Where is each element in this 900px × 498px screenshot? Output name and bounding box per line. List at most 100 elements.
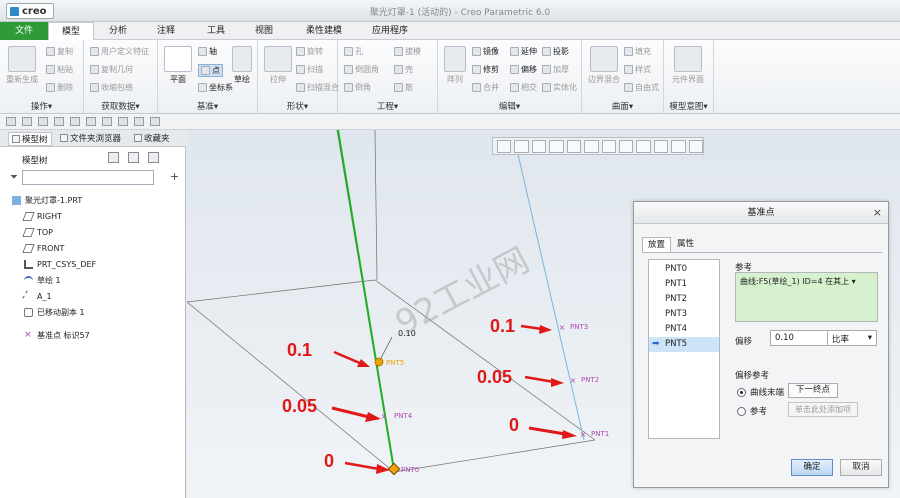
shell-button[interactable]: 壳: [394, 64, 413, 75]
pattern-icon[interactable]: [444, 46, 466, 72]
group-label-datum[interactable]: 基准▾: [158, 100, 257, 112]
list-item[interactable]: PNT1: [649, 277, 719, 292]
zoom-out-icon[interactable]: [531, 139, 547, 153]
close-icon[interactable]: ×: [873, 206, 882, 219]
tab-folder-browser[interactable]: 文件夹浏览器: [60, 132, 121, 144]
datum-display-icon[interactable]: [653, 139, 669, 153]
offset-type-select[interactable]: 比率 ▾: [827, 330, 877, 346]
point-pnt0-marker[interactable]: [387, 462, 401, 476]
tools-small-icon[interactable]: [134, 117, 144, 126]
list-item[interactable]: PNT0: [649, 262, 719, 277]
delete-button[interactable]: 删除: [46, 82, 73, 93]
style-button[interactable]: 样式: [624, 64, 651, 75]
tree-item-part[interactable]: 聚光灯罩-1.PRT: [0, 193, 186, 208]
creo-logo[interactable]: creo: [6, 3, 54, 19]
perspective-icon[interactable]: [636, 139, 651, 153]
fill-button[interactable]: 填充: [624, 46, 651, 57]
tab-view[interactable]: 视图: [244, 22, 284, 40]
tab-analysis[interactable]: 分析: [98, 22, 138, 40]
thicken-button[interactable]: 加厚: [542, 64, 569, 75]
saved-views-icon[interactable]: [584, 139, 599, 153]
point-pnt5-marker[interactable]: [374, 357, 384, 367]
swept-blend-button[interactable]: 扫描混合: [296, 82, 339, 93]
plane-icon[interactable]: [164, 46, 192, 72]
point-pnt3-marker[interactable]: ×: [559, 323, 566, 332]
list-item-selected[interactable]: ➡ PNT5: [649, 337, 719, 352]
axis-button[interactable]: 轴: [198, 46, 217, 57]
point-button[interactable]: 点: [198, 64, 223, 77]
point-pnt1-marker[interactable]: ×: [580, 430, 587, 439]
revolve-button[interactable]: 旋转: [296, 46, 323, 57]
mirror-button[interactable]: 镜像: [472, 46, 499, 57]
extend-button[interactable]: 延伸: [510, 46, 537, 57]
redo-icon[interactable]: [70, 117, 80, 126]
regenerate-small-icon[interactable]: [86, 117, 96, 126]
tab-model[interactable]: 模型: [48, 22, 94, 40]
reference-mode[interactable]: 在其上: [825, 277, 849, 286]
display-style-icon[interactable]: [601, 139, 616, 153]
udf-button[interactable]: 用户定义特征: [90, 46, 149, 57]
component-interface-icon[interactable]: [674, 46, 702, 72]
list-item[interactable]: PNT3: [649, 307, 719, 322]
extrude-icon[interactable]: [264, 46, 292, 72]
group-label-shapes[interactable]: 形状▾: [258, 100, 337, 112]
copy-button[interactable]: 复制: [46, 46, 73, 57]
add-icon[interactable]: +: [170, 170, 179, 183]
undo-icon[interactable]: [54, 117, 64, 126]
tree-item-front[interactable]: FRONT: [0, 241, 186, 256]
hole-button[interactable]: 孔: [344, 46, 363, 57]
sketch-icon[interactable]: [232, 46, 252, 72]
group-label-surfaces[interactable]: 曲面▾: [582, 100, 663, 112]
tab-applications[interactable]: 应用程序: [362, 22, 418, 40]
add-reference-field[interactable]: 单击此处添加项: [788, 402, 858, 417]
draft-button[interactable]: 拔模: [394, 46, 421, 57]
rib-button[interactable]: 筋: [394, 82, 413, 93]
tree-item-sketch[interactable]: 草绘 1: [0, 273, 186, 288]
open-icon[interactable]: [22, 117, 32, 126]
tab-properties[interactable]: 属性: [672, 237, 699, 252]
customize-icon[interactable]: [150, 117, 160, 126]
sweep-button[interactable]: 扫描: [296, 64, 323, 75]
group-label-get-data[interactable]: 获取数据▾: [84, 100, 157, 112]
tree-item-moved-copy[interactable]: 已移动副本 1: [0, 305, 186, 320]
group-label-engineering[interactable]: 工程▾: [338, 100, 437, 112]
annotation-display-icon[interactable]: [671, 139, 686, 153]
copy-geometry-button[interactable]: 复制几何: [90, 64, 133, 75]
tab-tools[interactable]: 工具: [196, 22, 236, 40]
repaint-icon[interactable]: [549, 139, 564, 153]
group-label-editing[interactable]: 编辑▾: [438, 100, 581, 112]
chamfer-button[interactable]: 倒角: [344, 82, 371, 93]
trim-button[interactable]: 修剪: [472, 64, 499, 75]
solidify-button[interactable]: 实体化: [542, 82, 577, 93]
offset-button[interactable]: 偏移: [510, 64, 537, 75]
list-item[interactable]: PNT4: [649, 322, 719, 337]
paste-button[interactable]: 粘贴: [46, 64, 73, 75]
tab-placement[interactable]: 放置: [642, 237, 672, 252]
new-icon[interactable]: [6, 117, 16, 126]
windows-icon[interactable]: [102, 117, 112, 126]
radio-reference[interactable]: 参考: [737, 405, 767, 417]
cancel-button[interactable]: 取消: [840, 459, 882, 476]
tree-item-top[interactable]: TOP: [0, 225, 186, 240]
group-label-operations[interactable]: 操作▾: [0, 100, 83, 112]
tree-item-right[interactable]: RIGHT: [0, 209, 186, 224]
tree-item-axis[interactable]: A_1: [0, 289, 186, 304]
list-item[interactable]: PNT2: [649, 292, 719, 307]
filter-icon[interactable]: ⏷: [10, 172, 18, 183]
point-pnt4-marker[interactable]: ×: [381, 412, 388, 421]
tree-expand-icon[interactable]: [148, 152, 159, 163]
point-pnt2-marker[interactable]: ×: [570, 376, 577, 385]
tree-settings-icon[interactable]: [108, 152, 119, 163]
tab-model-tree[interactable]: 模型树: [8, 132, 52, 146]
tree-item-csys[interactable]: PRT_CSYS_DEF: [0, 257, 186, 272]
radio-curve-end[interactable]: 曲线末端: [737, 386, 784, 398]
next-endpoint-button[interactable]: 下一终点: [788, 383, 838, 398]
ok-button[interactable]: 确定: [791, 459, 833, 476]
search-input[interactable]: [22, 170, 154, 185]
tab-flexible-modeling[interactable]: 柔性建模: [294, 22, 354, 40]
tree-item-datum-point[interactable]: × 基准点 标识57: [0, 328, 186, 343]
project-button[interactable]: 投影: [542, 46, 569, 57]
merge-button[interactable]: 合并: [472, 82, 499, 93]
shrinkwrap-button[interactable]: 收缩包络: [90, 82, 133, 93]
close-window-icon[interactable]: [118, 117, 128, 126]
